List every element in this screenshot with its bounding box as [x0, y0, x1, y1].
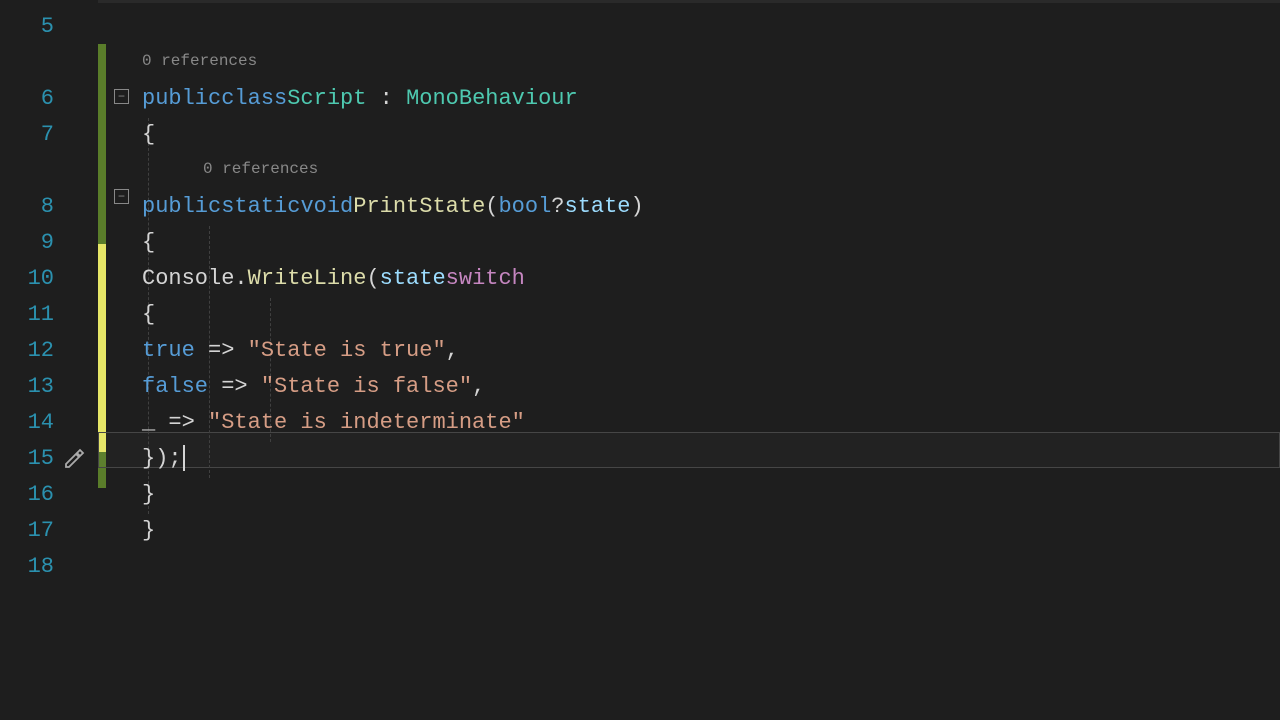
code-line: }	[98, 512, 1280, 548]
code-editor[interactable]: 5 6 7 8 9 10 11 12 13 14 15 16 17 18 − −	[0, 0, 1280, 720]
code-line: {	[98, 224, 1280, 260]
line-number: 13	[0, 374, 62, 399]
code-content[interactable]: 0 references public class Script : MonoB…	[98, 0, 1280, 720]
line-number: 9	[0, 230, 62, 255]
text-cursor	[183, 445, 185, 471]
code-line: });	[98, 440, 1280, 476]
line-number: 16	[0, 482, 62, 507]
codelens-references[interactable]: 0 references	[142, 52, 257, 70]
lightbulb-icon[interactable]	[62, 446, 86, 470]
line-number: 14	[0, 410, 62, 435]
codelens-references[interactable]: 0 references	[203, 160, 318, 178]
code-line: public static void PrintState(bool? stat…	[98, 188, 1280, 224]
line-number: 11	[0, 302, 62, 327]
code-line: public class Script : MonoBehaviour	[98, 80, 1280, 116]
line-number-gutter: 5 6 7 8 9 10 11 12 13 14 15 16 17 18	[0, 0, 98, 720]
line-number: 6	[0, 86, 62, 111]
code-line: _ => "State is indeterminate"	[98, 404, 1280, 440]
code-line: {	[98, 296, 1280, 332]
line-number: 18	[0, 554, 62, 579]
code-line: }	[98, 476, 1280, 512]
code-line: false => "State is false",	[98, 368, 1280, 404]
code-line: Console.WriteLine(state switch	[98, 260, 1280, 296]
line-number: 12	[0, 338, 62, 363]
line-number: 8	[0, 194, 62, 219]
line-number: 15	[0, 446, 62, 471]
line-number: 5	[0, 14, 62, 39]
line-number: 7	[0, 122, 62, 147]
line-number: 17	[0, 518, 62, 543]
code-line: {	[98, 116, 1280, 152]
line-number: 10	[0, 266, 62, 291]
code-line: true => "State is true",	[98, 332, 1280, 368]
